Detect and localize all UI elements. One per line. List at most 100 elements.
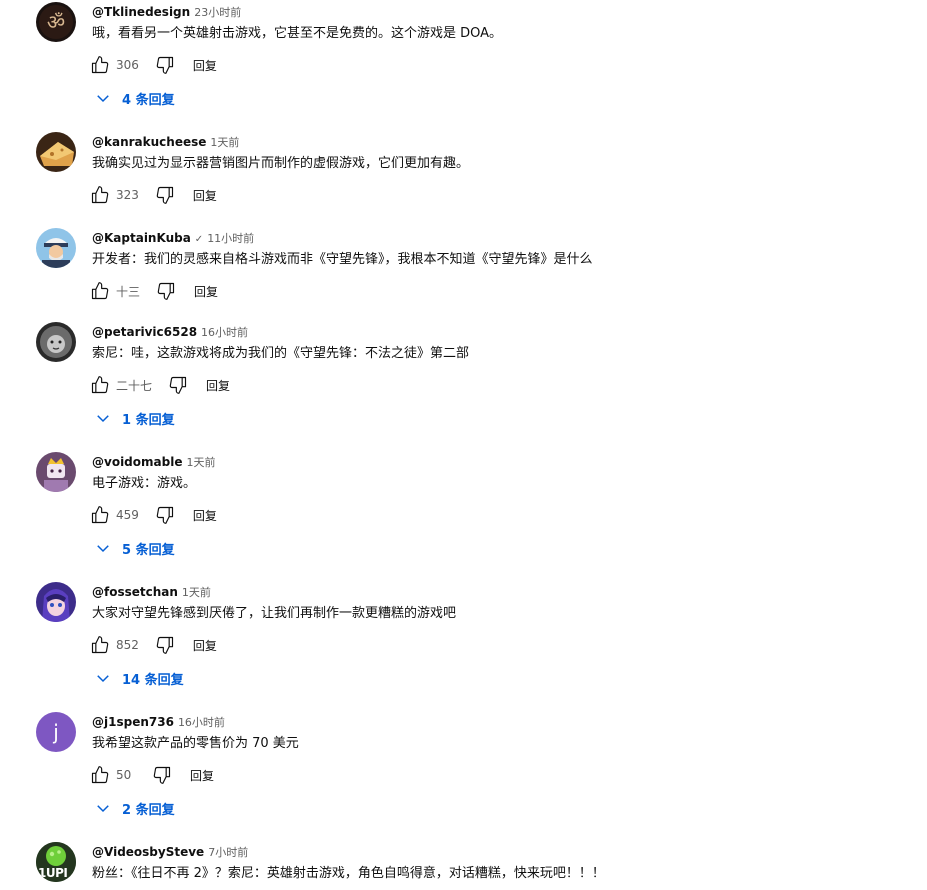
comment-header: @voidomable 1天前 — [92, 454, 215, 471]
comment-text: 开发者：我们的灵感来自格斗游戏而非《守望先锋》，我根本不知道《守望先锋》是什么 — [92, 252, 593, 267]
avatar[interactable]: j — [36, 712, 76, 752]
like-button[interactable] — [88, 503, 112, 527]
comment-header: @VideosbySteve 7小时前 — [92, 844, 248, 861]
comment-time[interactable]: 16小时前 — [178, 716, 225, 729]
comment-time[interactable]: 1天前 — [186, 456, 215, 469]
thumbs-up-icon — [91, 766, 109, 784]
like-button[interactable] — [88, 763, 112, 787]
reply-button[interactable]: 回复 — [193, 507, 217, 524]
author-name[interactable]: @voidomable — [92, 455, 182, 469]
view-replies-button[interactable]: 1 条回复 — [94, 408, 175, 428]
reply-button[interactable]: 回复 — [193, 187, 217, 204]
thumbs-up-icon — [91, 506, 109, 524]
like-button[interactable] — [88, 53, 112, 77]
dislike-button[interactable] — [166, 373, 190, 397]
chevron-down-icon — [97, 545, 109, 553]
comment-actions: 852 回复 — [88, 633, 217, 657]
thumbs-down-icon — [156, 186, 173, 204]
comment-actions: 306 回复 — [88, 53, 217, 77]
avatar[interactable] — [36, 228, 76, 268]
replies-count: 1 条回复 — [122, 412, 175, 428]
comment-actions: 十三 回复 — [88, 279, 218, 303]
avatar[interactable] — [36, 582, 76, 622]
svg-text:ॐ: ॐ — [47, 10, 65, 34]
like-button[interactable] — [88, 633, 112, 657]
comment-text: 索尼：哇，这款游戏将成为我们的《守望先锋：不法之徒》第二部 — [92, 346, 470, 361]
reply-button[interactable]: 回复 — [193, 57, 217, 74]
like-count: 459 — [116, 508, 139, 522]
thumbs-down-icon — [153, 766, 171, 784]
chevron-down-icon — [97, 805, 109, 813]
dislike-button[interactable] — [153, 503, 177, 527]
avatar[interactable] — [36, 452, 76, 492]
reply-button[interactable]: 回复 — [206, 377, 230, 394]
comment-time[interactable]: 1天前 — [210, 136, 239, 149]
thumbs-up-icon — [91, 186, 109, 204]
author-name[interactable]: @j1spen736 — [92, 715, 174, 729]
like-count: 852 — [116, 638, 139, 652]
comment-text: 我希望这款产品的零售价为 70 美元 — [92, 736, 299, 751]
author-name[interactable]: @fossetchan — [92, 585, 178, 599]
author-name[interactable]: @VideosbySteve — [92, 845, 204, 859]
comment-header: @petarivic6528 16小时前 — [92, 324, 248, 341]
view-replies-button[interactable]: 5 条回复 — [94, 538, 175, 558]
comment-text: 电子游戏：游戏。 — [92, 476, 197, 491]
chevron-down-icon — [97, 95, 109, 103]
thumbs-up-icon — [91, 56, 109, 74]
author-name[interactable]: @petarivic6528 — [92, 325, 197, 339]
chevron-down-icon — [97, 415, 109, 423]
reply-button[interactable]: 回复 — [190, 767, 214, 784]
comment-text: 粉丝：《往日不再 2》？索尼：英雄射击游戏，角色自鸣得意，对话糟糕，快来玩吧！！… — [92, 866, 605, 881]
reply-button[interactable]: 回复 — [194, 283, 218, 300]
thumbs-down-icon — [156, 56, 173, 74]
comment-time[interactable]: 1天前 — [182, 586, 211, 599]
comment-text: 大家对守望先锋感到厌倦了，让我们再制作一款更糟糕的游戏吧 — [92, 606, 457, 621]
avatar-letter: j — [53, 720, 59, 744]
comment-text: 哦，看看另一个英雄射击游戏，它甚至不是免费的。这个游戏是 DOA。 — [92, 26, 503, 41]
avatar[interactable] — [36, 132, 76, 172]
view-replies-button[interactable]: 14 条回复 — [94, 668, 184, 688]
comment-time[interactable]: 23小时前 — [194, 6, 241, 19]
comment-actions: 50 回复 — [88, 763, 214, 787]
avatar-text: 1UPI — [38, 866, 68, 880]
comment-text: 我确实见过为显示器营销图片而制作的虚假游戏，它们更加有趣。 — [92, 156, 470, 171]
comment-header: @KaptainKuba ✓ 11小时前 — [92, 230, 254, 248]
like-count: 306 — [116, 58, 139, 72]
replies-count: 4 条回复 — [122, 92, 175, 108]
comment-time[interactable]: 11小时前 — [207, 232, 254, 245]
replies-count: 14 条回复 — [122, 672, 184, 688]
comment-header: @fossetchan 1天前 — [92, 584, 211, 601]
like-button[interactable] — [88, 373, 112, 397]
author-name[interactable]: @Tklinedesign — [92, 5, 190, 19]
avatar[interactable] — [36, 322, 76, 362]
view-replies-button[interactable]: 4 条回复 — [94, 88, 175, 108]
dislike-button[interactable] — [154, 279, 178, 303]
dislike-button[interactable] — [153, 183, 177, 207]
replies-count: 5 条回复 — [122, 542, 175, 558]
comment-time[interactable]: 16小时前 — [201, 326, 248, 339]
comment-header: @j1spen736 16小时前 — [92, 714, 225, 731]
reply-button[interactable]: 回复 — [193, 637, 217, 654]
like-count: 50 — [116, 768, 132, 782]
thumbs-down-icon — [157, 282, 175, 300]
like-button[interactable] — [88, 183, 112, 207]
author-name[interactable]: @KaptainKuba — [92, 231, 191, 245]
dislike-button[interactable] — [153, 53, 177, 77]
thumbs-up-icon — [91, 636, 109, 654]
author-name[interactable]: @kanrakucheese — [92, 135, 206, 149]
avatar[interactable]: 1UPI — [36, 842, 76, 882]
comment-actions: 459 回复 — [88, 503, 217, 527]
dislike-button[interactable] — [150, 763, 174, 787]
chevron-down-icon — [97, 675, 109, 683]
comment-header: @kanrakucheese 1天前 — [92, 134, 239, 151]
thumbs-down-icon — [169, 376, 187, 394]
like-button[interactable] — [88, 279, 112, 303]
like-count: 十三 — [116, 284, 141, 299]
comment-actions: 323 回复 — [88, 183, 217, 207]
thumbs-up-icon — [91, 282, 109, 300]
avatar[interactable]: ॐ — [36, 2, 76, 42]
dislike-button[interactable] — [153, 633, 177, 657]
comment-time[interactable]: 7小时前 — [208, 846, 248, 859]
view-replies-button[interactable]: 2 条回复 — [94, 798, 175, 818]
thumbs-up-icon — [91, 376, 109, 394]
